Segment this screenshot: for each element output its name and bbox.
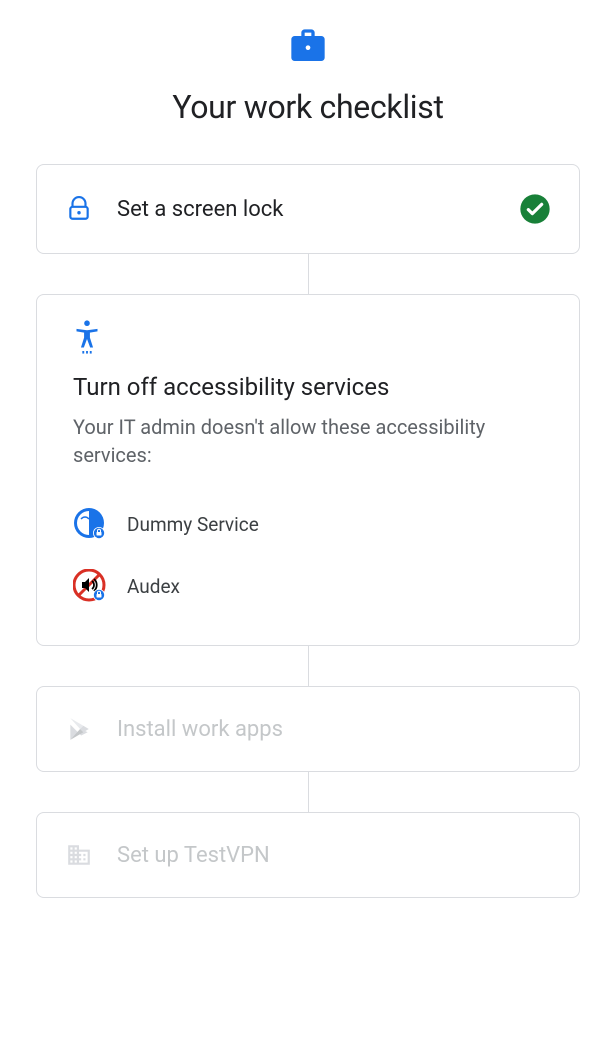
checklist-item-label: Set up TestVPN bbox=[117, 843, 551, 868]
checklist-item-accessibility[interactable]: Turn off accessibility services Your IT … bbox=[36, 294, 580, 646]
checklist-item-label: Set a screen lock bbox=[117, 197, 495, 222]
accessibility-section-title: Turn off accessibility services bbox=[73, 373, 543, 401]
check-icon bbox=[519, 193, 551, 225]
checklist-item-testvpn[interactable]: Set up TestVPN bbox=[36, 812, 580, 898]
connector-line bbox=[308, 772, 309, 812]
connector-line bbox=[308, 646, 309, 686]
connector-line bbox=[308, 254, 309, 294]
audex-icon bbox=[73, 569, 107, 603]
checklist-item-label: Install work apps bbox=[117, 717, 551, 742]
lock-icon bbox=[65, 195, 93, 223]
accessibility-section-desc: Your IT admin doesn't allow these access… bbox=[73, 413, 543, 469]
briefcase-icon bbox=[286, 26, 330, 70]
service-row-audex: Audex bbox=[73, 555, 543, 617]
play-store-icon bbox=[65, 715, 93, 743]
checklist-item-screen-lock[interactable]: Set a screen lock bbox=[36, 164, 580, 254]
accessibility-icon bbox=[73, 323, 101, 351]
main-container: Your work checklist Set a screen lock bbox=[0, 0, 616, 918]
domain-icon bbox=[65, 841, 93, 869]
service-name: Dummy Service bbox=[127, 513, 259, 536]
page-title: Your work checklist bbox=[172, 88, 443, 126]
service-name: Audex bbox=[127, 575, 180, 598]
dummy-service-icon bbox=[73, 507, 107, 541]
service-row-dummy: Dummy Service bbox=[73, 493, 543, 555]
checklist-item-install-apps[interactable]: Install work apps bbox=[36, 686, 580, 772]
